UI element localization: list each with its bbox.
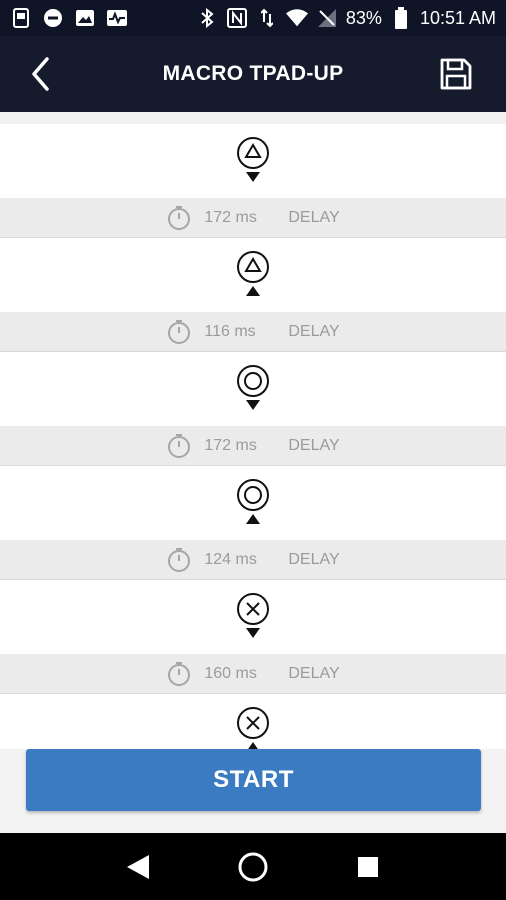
delay-label: DELAY (288, 322, 340, 340)
status-bar: 83% 10:51 AM (0, 0, 506, 36)
delay-row[interactable]: 160 ms DELAY (0, 654, 506, 694)
delay-value: 172 ms (204, 436, 257, 454)
data-transfer-icon (256, 7, 278, 29)
cross-button-down-icon (237, 593, 269, 638)
stopwatch-icon (168, 319, 191, 344)
stopwatch-icon (168, 205, 191, 230)
delay-row[interactable]: 124 ms DELAY (0, 540, 506, 580)
circle-button-up-icon (237, 479, 269, 524)
start-button[interactable]: START (26, 749, 481, 811)
activity-icon (106, 7, 128, 29)
wifi-icon (285, 7, 308, 29)
stopwatch-icon (168, 661, 191, 686)
battery-percent: 83% (345, 7, 382, 28)
list-item[interactable] (0, 238, 506, 312)
circle-home-icon (238, 852, 268, 881)
do-not-disturb-icon (42, 7, 64, 29)
image-icon (74, 7, 96, 29)
list-item[interactable] (0, 694, 506, 749)
delay-label: DELAY (288, 664, 340, 682)
macro-step-list[interactable]: 172 ms DELAY 116 ms DELAY 172 ms DELAY 1… (0, 112, 506, 749)
delay-row[interactable]: 116 ms DELAY (0, 312, 506, 352)
delay-label: DELAY (288, 436, 340, 454)
battery-icon (390, 7, 412, 29)
app-notification-icon (10, 7, 32, 29)
chevron-left-icon (32, 57, 49, 91)
floppy-disk-icon (440, 58, 472, 90)
back-button[interactable] (20, 54, 60, 94)
delay-row[interactable]: 172 ms DELAY (0, 426, 506, 466)
delay-value: 172 ms (204, 208, 257, 226)
app-bar: MACRO TPAD-UP (0, 36, 506, 112)
page-title: MACRO TPAD-UP (162, 62, 344, 85)
nav-home-button[interactable] (233, 847, 273, 887)
square-recents-icon (358, 856, 379, 877)
stopwatch-icon (168, 433, 191, 458)
save-button[interactable] (436, 54, 476, 94)
no-signal-icon (316, 7, 338, 29)
delay-row[interactable]: 172 ms DELAY (0, 198, 506, 238)
list-item[interactable] (0, 466, 506, 540)
clock: 10:51 AM (419, 7, 496, 28)
nav-recents-button[interactable] (348, 847, 388, 887)
circle-button-down-icon (237, 365, 269, 410)
list-top-gap (0, 112, 506, 124)
triangle-back-icon (126, 854, 149, 879)
delay-label: DELAY (288, 208, 340, 226)
delay-label: DELAY (288, 550, 340, 568)
list-item[interactable] (0, 580, 506, 654)
list-item[interactable] (0, 124, 506, 198)
system-nav-bar (0, 833, 506, 900)
bluetooth-icon (196, 7, 218, 29)
stopwatch-icon (168, 547, 191, 572)
cross-button-up-icon (237, 707, 269, 749)
nfc-icon (226, 7, 248, 29)
nav-back-button[interactable] (118, 847, 158, 887)
delay-value: 124 ms (204, 550, 257, 568)
triangle-button-up-icon (237, 251, 269, 296)
start-button-container: START (0, 749, 506, 833)
list-item[interactable] (0, 352, 506, 426)
triangle-button-down-icon (237, 137, 269, 182)
delay-value: 116 ms (204, 322, 256, 340)
delay-value: 160 ms (204, 664, 257, 682)
